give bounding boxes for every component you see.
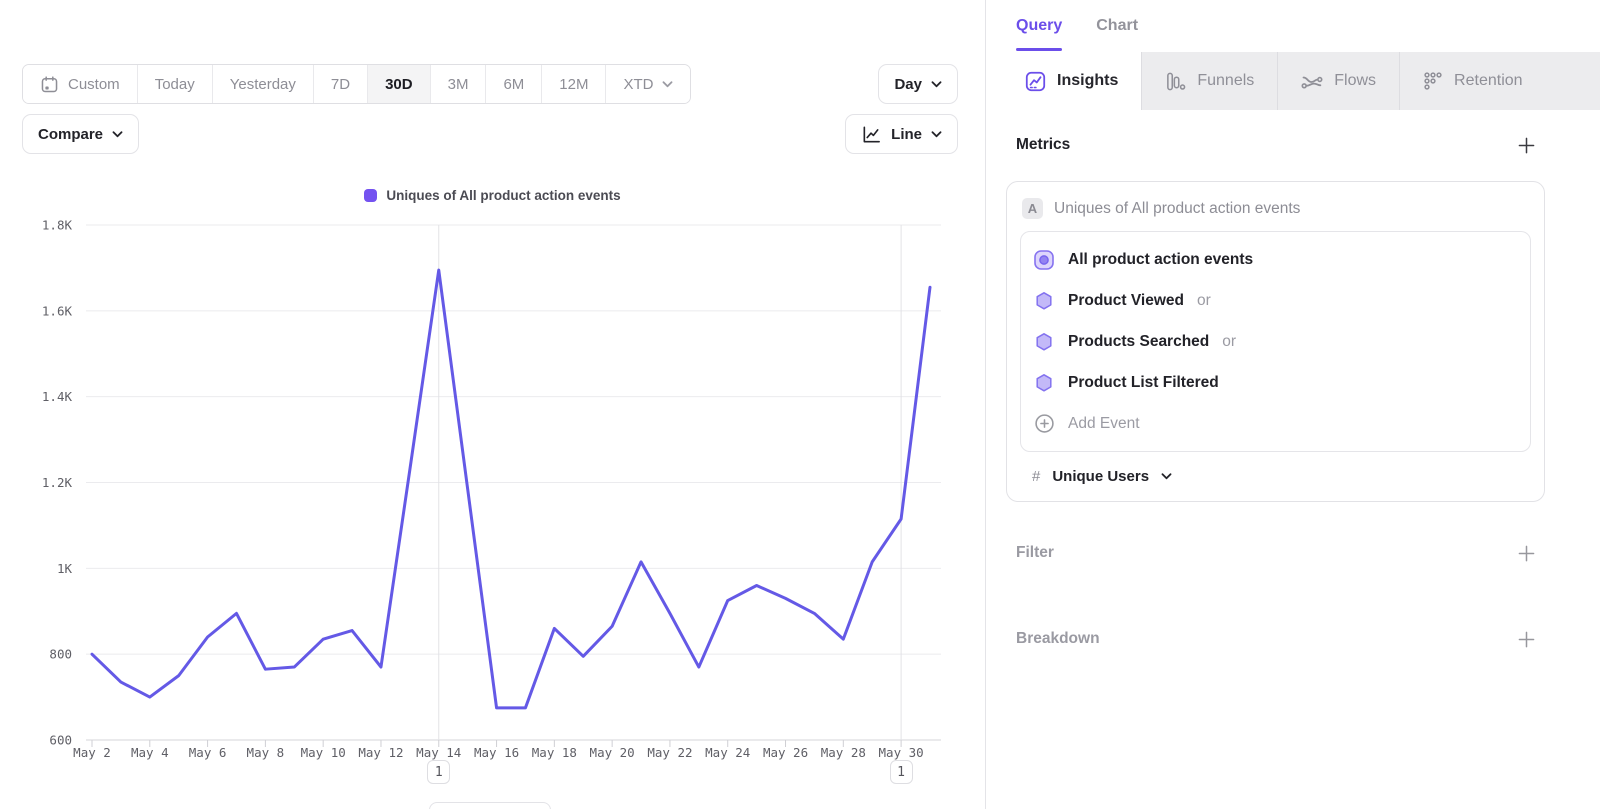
add-breakdown-button[interactable]: [1518, 631, 1535, 648]
chevron-down-icon: [1161, 467, 1172, 485]
series-badge: A: [1022, 198, 1043, 219]
hexagon-icon: [1033, 331, 1055, 353]
report-tab-label: Flows: [1334, 72, 1376, 90]
metric-card: A Uniques of All product action events A…: [1006, 181, 1545, 502]
event-operator: or: [1197, 292, 1211, 310]
query-panel: Query Chart Insights Funnels Flows Reten…: [985, 0, 1600, 809]
aggregation-selector[interactable]: # Unique Users: [1020, 452, 1531, 495]
event-name: Product Viewed: [1068, 292, 1184, 310]
report-tab-label: Funnels: [1197, 72, 1254, 90]
x-axis-label: May 24: [705, 745, 750, 760]
report-tab-retention[interactable]: Retention: [1399, 52, 1600, 110]
x-axis-label: May 26: [763, 745, 808, 760]
add-circle-icon: [1033, 413, 1055, 435]
add-metric-button[interactable]: [1518, 137, 1535, 154]
event-row[interactable]: Product Viewed or: [1033, 280, 1518, 321]
number-icon: #: [1032, 468, 1040, 485]
event-row[interactable]: All product action events: [1033, 239, 1518, 280]
retention-icon: [1423, 71, 1443, 91]
tab-chart[interactable]: Chart: [1096, 0, 1138, 52]
x-axis-label: May 28: [821, 745, 866, 760]
y-axis-label: 1.4K: [42, 389, 73, 404]
x-axis-label: May 8: [247, 745, 285, 760]
add-filter-button[interactable]: [1518, 545, 1535, 562]
x-axis-label: May 18: [532, 745, 577, 760]
tab-query[interactable]: Query: [1016, 0, 1062, 52]
y-axis-label: 800: [49, 647, 72, 662]
metrics-header: Metrics: [1006, 136, 1545, 154]
funnels-icon: [1165, 71, 1186, 92]
x-axis-label: May 6: [189, 745, 227, 760]
custom-event-icon: [1033, 249, 1055, 271]
hexagon-icon: [1033, 372, 1055, 394]
series-title: Uniques of All product action events: [1054, 200, 1300, 218]
event-operator: or: [1222, 333, 1236, 351]
flows-icon: [1301, 70, 1323, 92]
aggregation-label: Unique Users: [1052, 468, 1149, 485]
y-axis-label: 1.6K: [42, 303, 73, 318]
event-name: Products Searched: [1068, 333, 1209, 351]
metrics-title: Metrics: [1016, 136, 1070, 154]
report-type-tabs: Insights Funnels Flows Retention: [986, 52, 1600, 110]
breakdown-title: Breakdown: [1016, 630, 1100, 648]
report-tab-label: Retention: [1454, 72, 1523, 90]
filter-title: Filter: [1016, 544, 1054, 562]
active-tab-underline: [1016, 48, 1062, 51]
annotation-marker[interactable]: 1: [427, 760, 450, 784]
report-tab-flows[interactable]: Flows: [1277, 52, 1399, 110]
x-axis-label: May 12: [358, 745, 403, 760]
x-axis-label: May 16: [474, 745, 519, 760]
event-row[interactable]: Product List Filtered: [1033, 362, 1518, 403]
add-event-button[interactable]: Add Event: [1033, 403, 1518, 444]
y-axis-label: 1.8K: [42, 218, 73, 233]
panel-body: Metrics A Uniques of All product action …: [986, 136, 1600, 648]
event-row[interactable]: Products Searched or: [1033, 321, 1518, 362]
annotation-marker[interactable]: 1: [890, 760, 913, 784]
y-axis-label: 1.2K: [42, 475, 73, 490]
event-name: All product action events: [1068, 251, 1253, 269]
y-axis-label: 1K: [57, 561, 73, 576]
hexagon-icon: [1033, 290, 1055, 312]
report-tab-label: Insights: [1057, 72, 1118, 90]
tab-chart-label: Chart: [1096, 17, 1138, 35]
report-tab-funnels[interactable]: Funnels: [1141, 52, 1277, 110]
partial-bottom-panel[interactable]: [429, 802, 551, 809]
analytics-app: CustomTodayYesterday7D30D3M6M12MXTD Day …: [0, 0, 1600, 809]
panel-header: Query Chart: [986, 0, 1600, 52]
breakdown-section: Breakdown: [1006, 630, 1545, 648]
line-chart-canvas[interactable]: 1.8K 1.6K 1.4K 1.2K 1K 800 600May 2 May 4 May 6 M…: [0, 0, 985, 809]
filter-section: Filter: [1006, 544, 1545, 562]
tab-query-label: Query: [1016, 17, 1062, 35]
insights-icon: [1025, 71, 1046, 92]
y-axis-label: 600: [49, 733, 72, 748]
series-line: [92, 270, 930, 708]
x-axis-label: May 14: [416, 745, 461, 760]
event-list: All product action events Product Viewed…: [1020, 231, 1531, 452]
chart-pane: CustomTodayYesterday7D30D3M6M12MXTD Day …: [0, 0, 985, 809]
x-axis-label: May 2: [73, 745, 111, 760]
event-name: Product List Filtered: [1068, 374, 1219, 392]
x-axis-label: May 30: [879, 745, 924, 760]
x-axis-label: May 10: [301, 745, 346, 760]
metric-series-row[interactable]: A Uniques of All product action events: [1020, 194, 1531, 231]
x-axis-label: May 4: [131, 745, 169, 760]
add-event-label: Add Event: [1068, 415, 1140, 433]
query-sections: Filter Breakdown: [1006, 544, 1545, 648]
x-axis-label: May 20: [590, 745, 635, 760]
report-tab-insights[interactable]: Insights: [1002, 52, 1141, 110]
x-axis-label: May 22: [647, 745, 692, 760]
